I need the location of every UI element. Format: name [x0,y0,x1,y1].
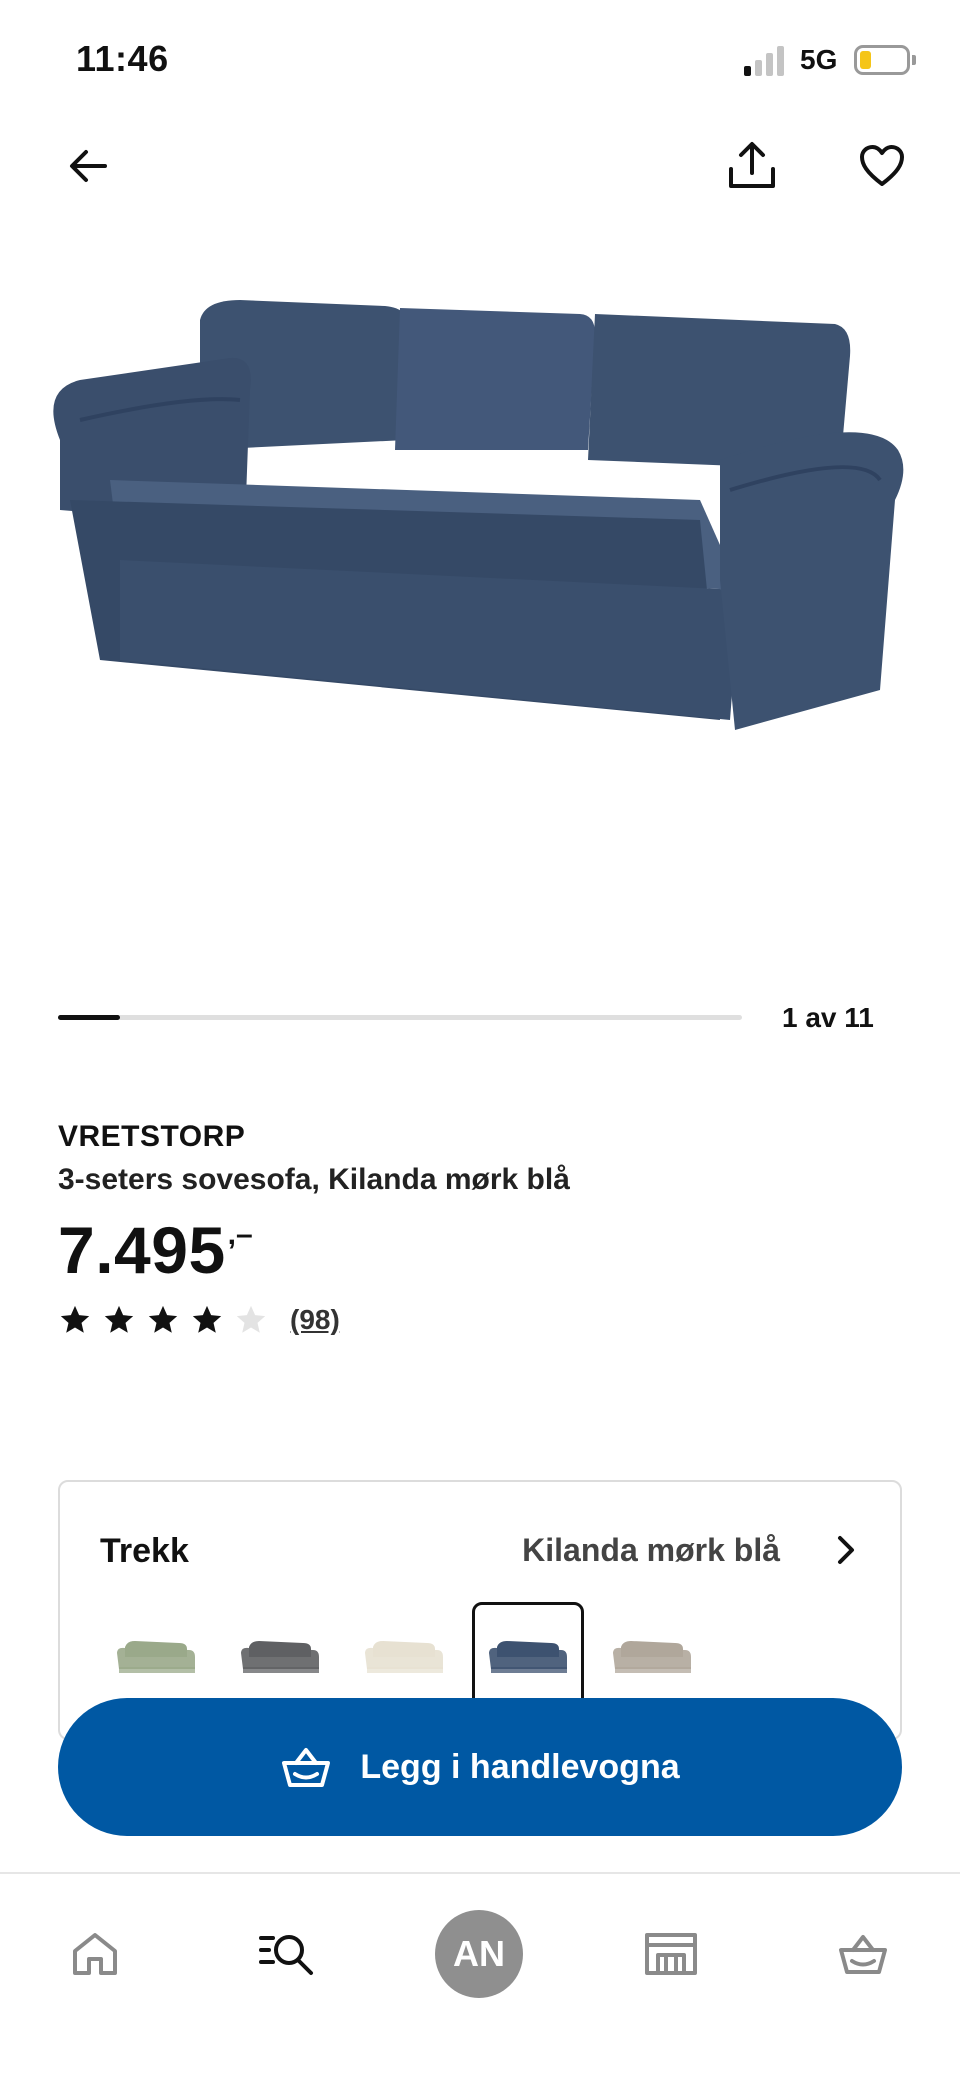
star-empty-icon [236,1305,266,1333]
top-nav [0,130,960,210]
tab-profile[interactable]: AN [424,1904,534,2004]
variant-swatch[interactable] [224,1602,336,1712]
variant-selected-value: Kilanda mørk blå [522,1532,780,1568]
product-brand: VRETSTORP [58,1120,246,1153]
status-time: 11:46 [76,38,169,79]
review-count-link[interactable]: (98) [290,1304,340,1336]
chevron-right-icon[interactable] [826,1530,866,1570]
add-to-cart-button[interactable]: Legg i handlevogna [58,1698,902,1836]
store-icon [645,1933,697,1975]
price-suffix: ,– [227,1218,253,1251]
variant-swatch[interactable] [348,1602,460,1712]
status-bar: 11:46 5G [0,0,960,120]
search-list-icon [259,1935,313,1975]
network-type: 5G [800,44,838,75]
sofa-thumbnail [365,1641,443,1673]
sofa-illustration [53,300,904,730]
sofa-thumbnail [613,1641,691,1673]
tab-search[interactable] [232,1904,342,2004]
tab-home[interactable] [40,1904,150,2004]
favorite-button[interactable] [846,130,918,202]
star-filled-icon [148,1305,178,1333]
product-price: 7.495 ,– [58,1214,918,1286]
product-rating[interactable]: (98) [58,1300,918,1340]
share-icon [729,142,775,188]
variant-swatch[interactable] [100,1602,212,1712]
sofa-thumbnail [489,1641,567,1673]
signal-icon [744,46,784,76]
variant-swatch[interactable] [472,1602,584,1712]
add-to-cart-label: Legg i handlevogna [360,1747,680,1786]
variant-swatch[interactable] [596,1602,708,1712]
variant-label: Trekk [100,1532,189,1570]
battery-icon [854,45,916,75]
carousel-progress [58,1015,742,1020]
heart-icon [860,145,904,186]
star-filled-icon [60,1305,90,1333]
share-button[interactable] [716,130,788,202]
arrow-left-icon [70,150,107,182]
product-description: 3-seters sovesofa, Kilanda mørk blå [58,1163,570,1196]
star-filled-icon [104,1305,134,1333]
back-button[interactable] [52,130,124,202]
home-icon [73,1933,117,1975]
carousel-progress-fill [58,1015,121,1020]
image-carousel-indicator: 1 av 11 [58,1000,958,1040]
image-counter: 1 av 11 [782,1002,874,1033]
product-image[interactable] [40,300,920,740]
tab-stores[interactable] [616,1904,726,2004]
star-filled-icon [192,1305,222,1333]
basket-icon [839,1935,887,1974]
price-amount: 7.495 [58,1213,226,1287]
basket-icon [282,1748,331,1787]
product-info: VRETSTORP 3-seters sovesofa, Kilanda mør… [58,1118,918,1340]
tab-basket[interactable] [808,1904,918,2004]
avatar: AN [435,1910,523,1998]
bottom-tab-bar: AN [0,1872,960,2078]
sofa-thumbnail [117,1641,195,1673]
sofa-thumbnail [241,1641,319,1673]
rating-stars [58,1303,278,1337]
